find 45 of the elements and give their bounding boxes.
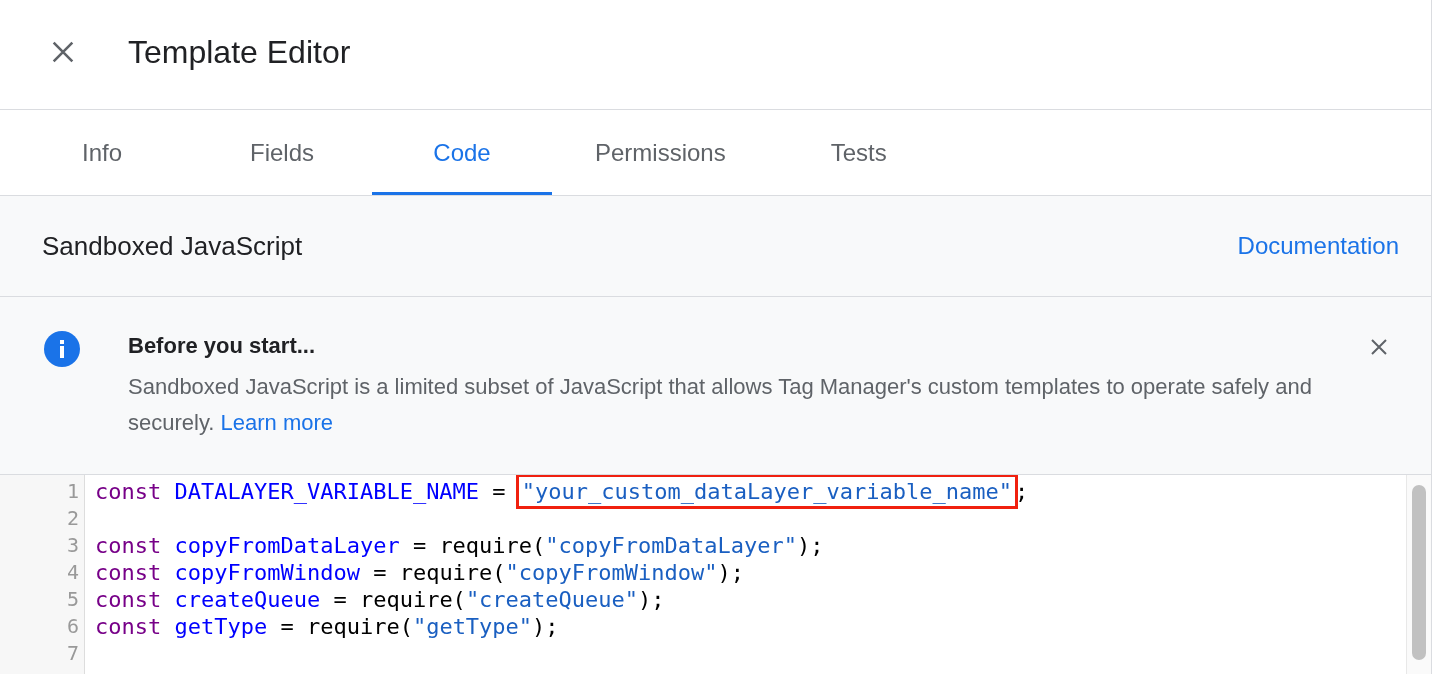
scrollbar[interactable] [1406,475,1431,674]
line-number: 7 [65,640,80,667]
code-string: "getType" [412,614,533,639]
line-number: 6 [65,613,80,640]
notice-title: Before you start... [128,333,317,359]
code-string: "createQueue" [465,587,639,612]
section-title: Sandboxed JavaScript [42,230,303,262]
tab[interactable]: Permissions [552,110,769,195]
notice-text: Sandboxed JavaScript is a limited subset of JavaScript that allows Tag Manager's custom templates to operate safely and securely. Learn more [128,373,1313,437]
tab[interactable]: Fields [192,110,372,195]
code-text: = [491,479,507,504]
code-variable: createQueue [174,587,321,612]
code-string: "your_custom_dataLayer_variable_name" [518,477,1015,506]
tab[interactable]: Info [12,110,192,195]
learn-more-link[interactable]: Learn more [220,410,334,435]
code-text: = require( [279,614,413,639]
code-keyword: const [95,614,162,639]
line-number: 1 [65,478,80,505]
code-text: = require( [372,560,506,585]
code-variable: copyFromDataLayer [174,533,400,558]
code-string: "copyFromWindow" [505,560,718,585]
code-text: ); [638,587,665,612]
line-number: 2 [65,505,80,532]
tab[interactable]: Tests [768,110,949,195]
line-number: 5 [65,586,80,613]
code-text: = require( [411,533,546,558]
info-icon [44,331,80,367]
code-variable: copyFromWindow [174,560,360,585]
dialog-title: Template Editor [128,34,351,71]
code-keyword: const [95,479,162,504]
code-text: ); [532,614,559,639]
close-icon [1370,338,1388,356]
code-text: = require( [332,587,466,612]
code-keyword: const [95,560,162,585]
code-keyword: const [95,533,162,558]
code-keyword: const [95,587,162,612]
line-number: 3 [65,532,80,559]
code-variable: DATALAYER_VARIABLE_NAME [174,479,480,504]
documentation-link[interactable]: Documentation [1237,232,1399,260]
code-text: ; [1014,479,1029,504]
code-string: "copyFromDataLayer" [545,533,797,558]
code-text: ); [797,533,824,558]
line-number: 4 [65,559,80,586]
code-variable: getType [174,614,268,639]
code-text: ); [717,560,745,585]
